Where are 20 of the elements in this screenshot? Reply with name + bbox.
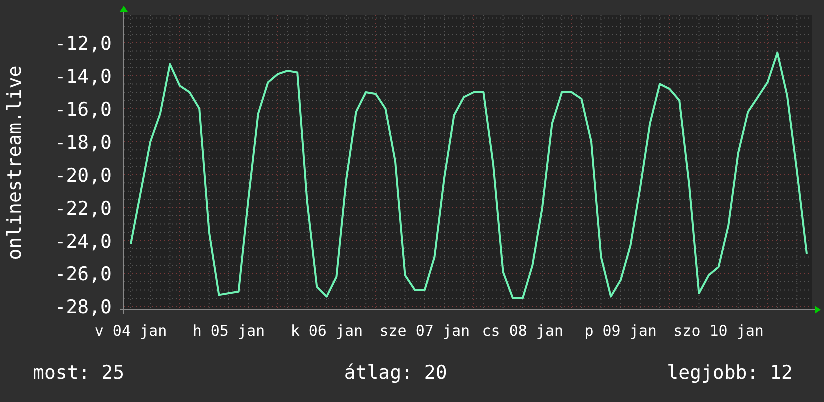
y-tick-label: -12,0: [54, 33, 112, 56]
x-tick-label: v 04 jan: [94, 322, 168, 340]
x-tick-label: cs 08 jan: [482, 322, 564, 340]
y-tick-label: -14,0: [54, 66, 112, 88]
stat-text: most: 25: [33, 362, 125, 384]
y-tick-label: -28,0: [54, 296, 112, 319]
stat-text: átlag: 20: [344, 362, 448, 384]
y-tick-label: -20,0: [54, 164, 112, 187]
x-tick-label: szo 10 jan: [674, 322, 764, 340]
x-tick-label: k 06 jan: [290, 322, 364, 340]
y-tick-label: -26,0: [54, 264, 112, 286]
y-tick-label: -24,0: [54, 230, 112, 253]
y-tick-label: -22,0: [54, 198, 112, 220]
y-tick-label: -16,0: [54, 98, 112, 121]
y-tick-label: -18,0: [54, 132, 112, 154]
x-tick-label: p 09 jan: [584, 322, 657, 340]
stat-text: legjobb: 12: [667, 362, 793, 384]
x-tick-label: h 05 jan: [192, 322, 266, 340]
y-axis-title: onlinestream.live: [4, 66, 26, 260]
x-tick-label: sze 07 jan: [380, 322, 470, 340]
